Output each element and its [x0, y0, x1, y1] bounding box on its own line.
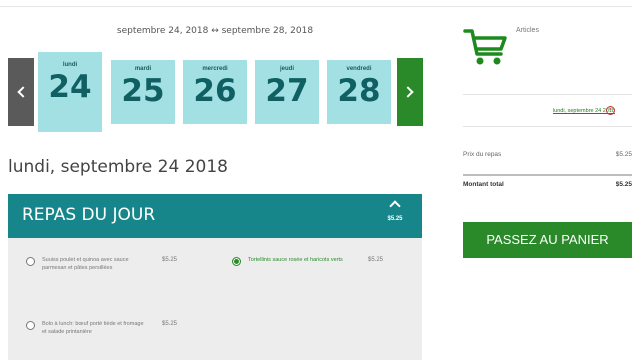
day-name: mercredi [202, 66, 228, 72]
day-name: lundi [62, 62, 78, 68]
chevron-up-icon [389, 200, 401, 212]
remove-circle-icon[interactable]: × [606, 106, 615, 115]
day-number: 28 [337, 73, 381, 109]
total-divider [463, 174, 632, 176]
day-tile-wednesday[interactable]: mercredi 26 [183, 60, 247, 124]
top-divider [0, 6, 632, 7]
meal-panel-price: $5.25 [387, 216, 403, 222]
day-number: 24 [48, 69, 92, 105]
collapse-toggle[interactable]: $5.25 [380, 200, 410, 222]
day-name: mardi [134, 66, 152, 72]
chevron-right-icon [402, 86, 414, 98]
day-number: 25 [121, 73, 165, 109]
checkout-button[interactable]: PASSEZ AU PANIER [463, 222, 632, 258]
cart-date-link[interactable]: lundi, septembre 24 2018 [463, 108, 615, 114]
meal-option-radio[interactable] [26, 257, 35, 266]
meal-option-price: $5.25 [368, 257, 384, 263]
day-tile-tuesday[interactable]: mardi 25 [111, 60, 175, 124]
day-name: vendredi [346, 66, 372, 72]
cart-divider [463, 126, 632, 127]
meal-price-label: Prix du repas [463, 151, 502, 158]
next-week-button[interactable] [397, 58, 423, 126]
meal-price-row: Prix du repas $5.25 [463, 151, 632, 158]
total-label: Montant total [463, 181, 504, 188]
meal-option-price: $5.25 [162, 321, 178, 327]
cart-articles-label: Articles [516, 27, 539, 34]
meal-price-value: $5.25 [615, 151, 632, 158]
meal-option[interactable]: Suuiss poulet et quinoa avec sauce parme… [26, 256, 177, 272]
chevron-left-icon [17, 86, 29, 98]
meal-option-price: $5.25 [162, 257, 178, 263]
day-number: 26 [193, 73, 237, 109]
total-value: $5.25 [615, 181, 632, 188]
cart-divider [463, 94, 632, 95]
day-tile-friday[interactable]: vendredi 28 [327, 60, 391, 124]
selected-date-heading: lundi, septembre 24 2018 [8, 157, 228, 177]
meal-option-radio[interactable] [26, 321, 35, 330]
meal-option-text: Suuiss poulet et quinoa avec sauce parme… [42, 257, 129, 271]
week-range-label: septembre 24, 2018 ↔ septembre 28, 2018 [116, 26, 314, 36]
meal-panel-title: REPAS DU JOUR [22, 205, 156, 225]
meal-option-radio-selected[interactable] [232, 257, 241, 266]
meal-options-panel: Suuiss poulet et quinoa avec sauce parme… [8, 238, 422, 360]
day-tile-thursday[interactable]: jeudi 27 [255, 60, 319, 124]
meal-panel-header[interactable]: REPAS DU JOUR $5.25 [8, 194, 422, 238]
meal-option[interactable]: Tortellinis sauce rosée et haricots vert… [232, 256, 383, 266]
day-number: 27 [265, 73, 309, 109]
meal-option[interactable]: Bolo à lunch: bœuf porté tiède et fromag… [26, 320, 177, 336]
shopping-cart-icon [463, 29, 507, 65]
total-row: Montant total $5.25 [463, 181, 632, 188]
day-name: jeudi [279, 66, 294, 72]
meal-option-text: Tortellinis sauce rosée et haricots vert… [248, 257, 343, 263]
meal-option-text: Bolo à lunch: bœuf porté tiède et fromag… [42, 321, 144, 335]
day-tile-monday[interactable]: lundi 24 [38, 52, 102, 132]
previous-week-button[interactable] [8, 58, 34, 126]
